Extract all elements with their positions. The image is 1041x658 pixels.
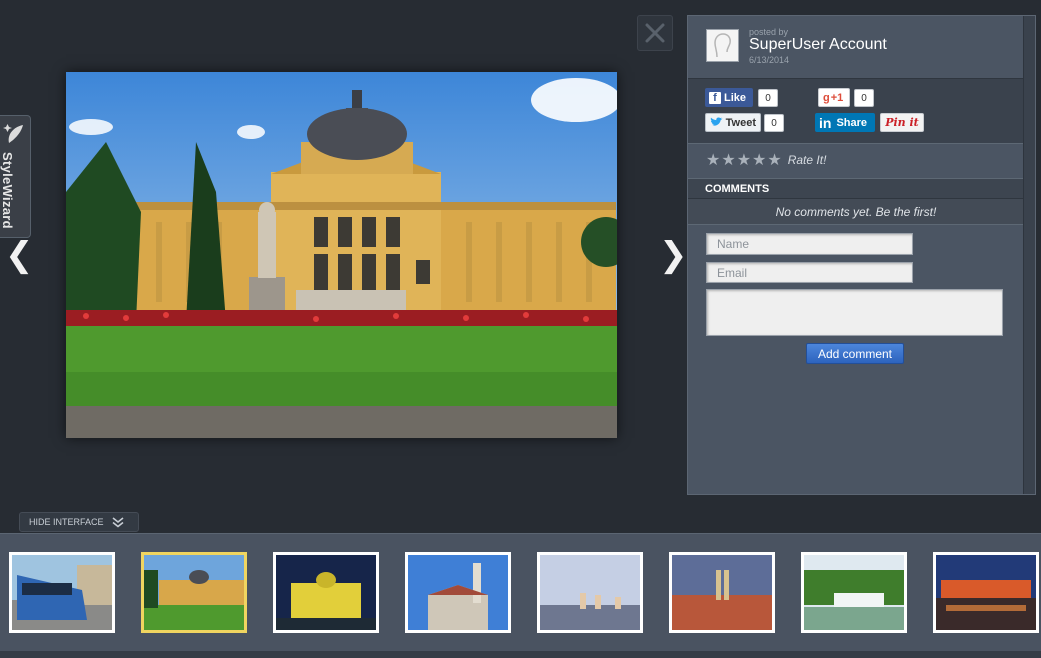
stylewizard-tab[interactable]: StyleWizard: [0, 115, 31, 238]
thumbnail-strip: [0, 533, 1041, 658]
thumbnail-national-theatre[interactable]: [273, 552, 379, 633]
thumbnail-image: [408, 555, 508, 630]
user-placeholder-icon: [714, 33, 731, 58]
linkedin-share-button[interactable]: in Share: [815, 113, 875, 132]
art-pavilion-photo: [66, 72, 617, 438]
hide-interface-label: HIDE INTERFACE: [29, 517, 104, 527]
no-comments-message: No comments yet. Be the first!: [688, 199, 1024, 225]
google-plus-button[interactable]: g +1: [818, 88, 850, 107]
chevron-left-icon: ❮: [5, 235, 34, 275]
tweet-label: Tweet: [725, 116, 756, 129]
tweet-count: 0: [764, 114, 784, 132]
facebook-icon: f: [709, 91, 721, 104]
thumbnail-tram[interactable]: [9, 552, 115, 633]
thumbnail-image: [540, 555, 640, 630]
close-button[interactable]: [637, 15, 673, 51]
thumbnail-image: [12, 555, 112, 630]
chevron-right-icon: ❯: [659, 235, 688, 275]
panel-scrollbar[interactable]: [1023, 16, 1035, 494]
pinterest-pin-button[interactable]: Pin it: [880, 113, 924, 132]
thumbnail-waterfall[interactable]: [801, 552, 907, 633]
comments-header: COMMENTS: [688, 178, 1024, 199]
main-photo: [66, 72, 617, 438]
thumbnail-image: [936, 555, 1036, 630]
thumbnail-art-pavilion[interactable]: [141, 552, 247, 633]
thumbnail-cathedral-view[interactable]: [669, 552, 775, 633]
stylewizard-label: StyleWizard: [0, 152, 15, 229]
close-icon: [645, 23, 665, 43]
star-icon[interactable]: ★: [752, 152, 766, 168]
pinterest-pin-label: Pin it: [885, 116, 919, 129]
thumbnail-museum-night[interactable]: [933, 552, 1039, 633]
google-plus-label: +1: [830, 91, 844, 104]
thumbnail-image: [804, 555, 904, 630]
add-comment-button[interactable]: Add comment: [806, 343, 904, 364]
double-chevron-down-icon: [112, 516, 124, 528]
tweet-button[interactable]: Tweet: [705, 113, 761, 132]
star-icon[interactable]: ★: [721, 152, 735, 168]
post-date: 6/13/2014: [749, 55, 790, 65]
thumbnail-image: [276, 555, 376, 630]
comment-textarea[interactable]: [706, 289, 1003, 336]
strip-footer-bar: [0, 651, 1041, 658]
name-input[interactable]: [706, 233, 913, 255]
thumbnail-city-skyline[interactable]: [537, 552, 643, 633]
google-plus-count: 0: [854, 89, 874, 107]
star-icon[interactable]: ★: [706, 152, 720, 168]
star-rating[interactable]: ★ ★ ★ ★ ★ Rate It!: [706, 152, 826, 168]
avatar: [706, 29, 739, 62]
previous-photo-button[interactable]: ❮: [5, 238, 34, 272]
next-photo-button[interactable]: ❯: [659, 238, 688, 272]
thumbnail-image: [672, 555, 772, 630]
rate-it-label: Rate It!: [787, 153, 827, 167]
google-plus-icon: g: [823, 91, 830, 104]
linkedin-icon: in: [819, 114, 832, 131]
star-icon[interactable]: ★: [767, 152, 781, 168]
facebook-like-count: 0: [758, 89, 778, 107]
photo-info-panel: posted by SuperUser Account 6/13/2014 f …: [687, 15, 1036, 495]
email-input[interactable]: [706, 262, 913, 283]
hide-interface-button[interactable]: HIDE INTERFACE: [19, 512, 139, 532]
linkedin-share-label: Share: [836, 116, 868, 129]
twitter-bird-icon: [710, 117, 723, 126]
thumbnail-st-marks-church[interactable]: [405, 552, 511, 633]
thumbnail-image: [144, 555, 244, 630]
magic-wand-icon: [3, 124, 23, 143]
facebook-like-label: Like: [724, 91, 747, 104]
facebook-like-button[interactable]: f Like: [705, 88, 753, 107]
social-share-bar: f Like 0 g +1 0 Tweet 0 in Share Pin it: [688, 78, 1024, 144]
author-name[interactable]: SuperUser Account: [749, 36, 887, 54]
star-icon[interactable]: ★: [737, 152, 751, 168]
